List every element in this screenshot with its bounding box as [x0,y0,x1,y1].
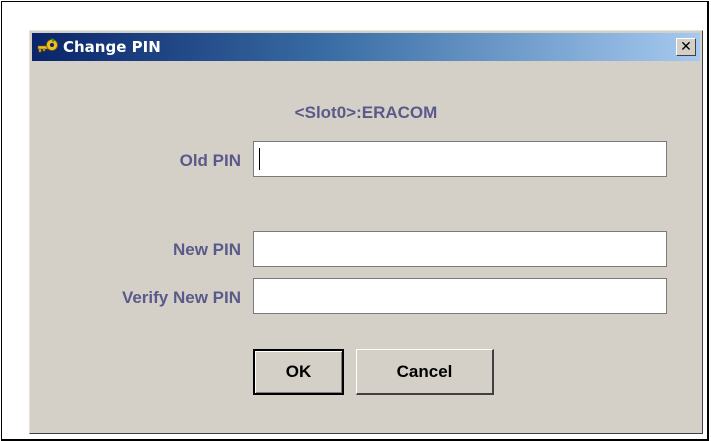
window-title: Change PIN [63,38,161,56]
title-bar[interactable]: Change PIN ✕ [32,33,700,61]
close-button[interactable]: ✕ [676,38,696,56]
verify-new-pin-input[interactable] [253,278,667,314]
screenshot-frame: Change PIN ✕ <Slot0>:ERACOM Old PIN New … [1,1,709,441]
new-pin-label: New PIN [172,240,241,259]
ok-button[interactable]: OK [253,349,344,395]
close-icon: ✕ [680,39,692,55]
cancel-button[interactable]: Cancel [356,349,494,395]
slot-label: <Slot0>:ERACOM [294,103,438,122]
change-pin-dialog: Change PIN ✕ <Slot0>:ERACOM Old PIN New … [29,30,703,434]
text-caret [259,148,260,170]
old-pin-label: Old PIN [179,151,241,170]
key-icon [37,37,59,57]
new-pin-input[interactable] [253,231,667,267]
old-pin-input[interactable] [253,141,667,177]
verify-new-pin-label: Verify New PIN [121,288,241,307]
